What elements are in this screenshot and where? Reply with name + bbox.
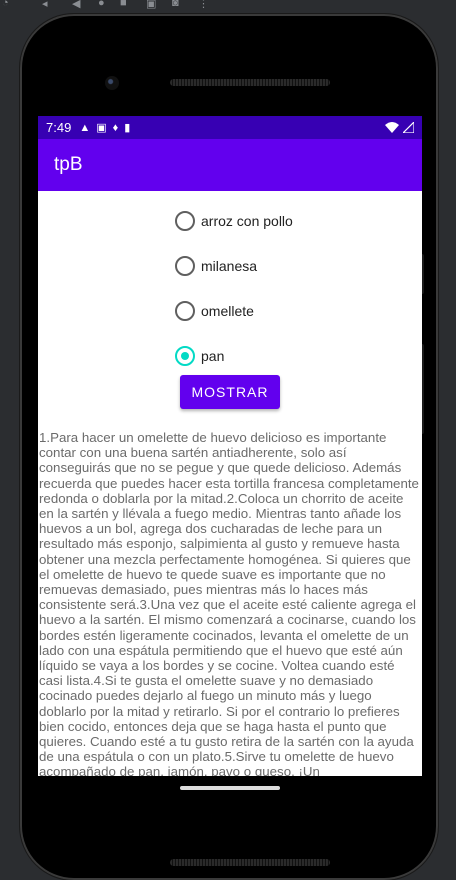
- emulator-home-icon[interactable]: ●: [98, 0, 105, 9]
- radio-label: omellete: [201, 302, 254, 319]
- app-screen: 7:49 ▲ ▣ ♦ ▮ tpB arroz con pollo milanes…: [38, 116, 422, 776]
- a-icon: ▣: [96, 122, 107, 134]
- signal-icon: [403, 122, 414, 133]
- home-indicator[interactable]: [180, 786, 280, 790]
- radio-label: arroz con pollo: [201, 212, 293, 229]
- food-radio-group: arroz con pollo milanesa omellete pan: [175, 198, 293, 378]
- emulator-toolbar: ◔ ◂ ◀ ● ■ ▣ ◙ ⋮: [0, 0, 456, 14]
- app-title: tpB: [54, 154, 83, 175]
- radio-button[interactable]: [175, 210, 195, 231]
- radio-pan[interactable]: pan: [175, 333, 293, 378]
- sd-card-icon: ▮: [124, 122, 131, 134]
- radio-label: milanesa: [201, 257, 258, 274]
- show-button[interactable]: MOSTRAR: [180, 375, 280, 409]
- wifi-icon: [385, 122, 399, 133]
- emulator-record-icon[interactable]: ◙: [172, 0, 179, 9]
- front-camera-icon: [105, 76, 119, 90]
- emulator-back-icon[interactable]: ◀: [72, 0, 80, 10]
- emulator-rotate-icon[interactable]: ◔: [2, 0, 9, 9]
- radio-label: pan: [201, 347, 225, 364]
- emulator-overview-icon[interactable]: ■: [120, 0, 127, 9]
- recipe-text: 1.Para hacer un omelette de huevo delici…: [39, 430, 419, 776]
- status-time: 7:49: [46, 120, 72, 135]
- emulator-camera-icon[interactable]: ▣: [146, 0, 156, 10]
- app-bar: tpB: [38, 139, 422, 191]
- bottom-speaker: [170, 859, 330, 866]
- emulator-power-icon[interactable]: ◂: [42, 0, 48, 10]
- drop-icon: ♦: [112, 121, 119, 134]
- radio-omellete[interactable]: omellete: [175, 288, 293, 333]
- warning-icon: ▲: [79, 121, 91, 134]
- radio-button[interactable]: [175, 300, 195, 321]
- radio-milanesa[interactable]: milanesa: [175, 243, 293, 288]
- emulator-more-icon[interactable]: ⋮: [198, 0, 209, 10]
- earpiece-speaker: [170, 79, 330, 86]
- radio-arroz-con-pollo[interactable]: arroz con pollo: [175, 198, 293, 243]
- status-bar: 7:49 ▲ ▣ ♦ ▮: [38, 116, 422, 139]
- radio-button[interactable]: [175, 255, 195, 276]
- radio-button[interactable]: [175, 345, 195, 366]
